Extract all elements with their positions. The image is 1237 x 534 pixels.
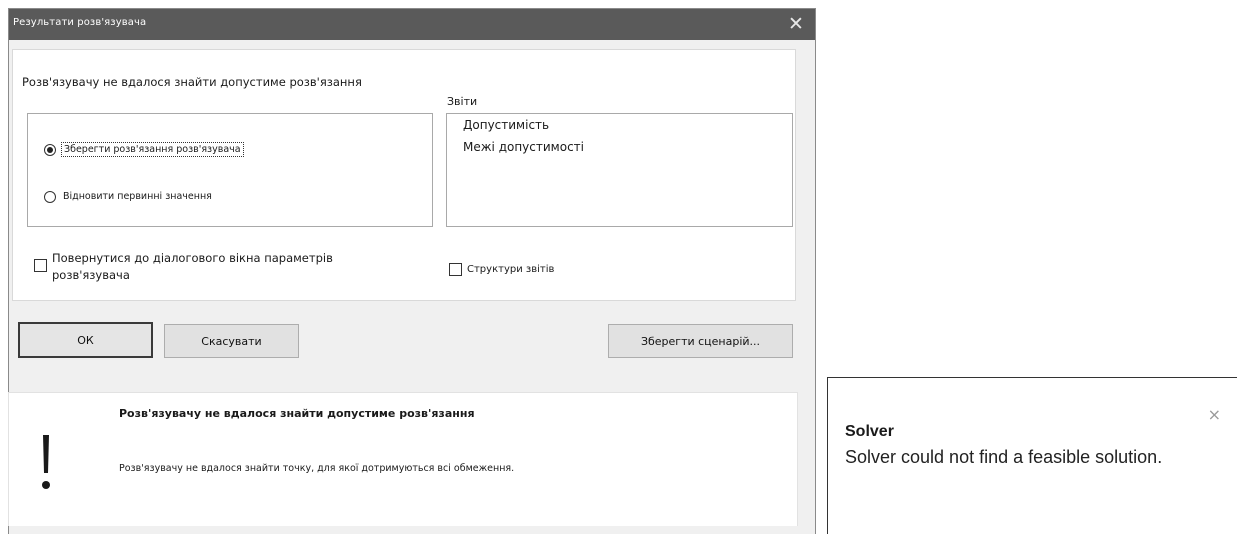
return-to-params-label: Повернутися до діалогового вікна парамет… [52,251,333,282]
cancel-button[interactable]: Скасувати [164,324,299,358]
keep-solution-option[interactable]: Зберегти розв'язання розв'язувача [44,142,244,157]
outline-reports-label: Структури звітів [467,264,555,275]
save-scenario-button[interactable]: Зберегти сценарій... [608,324,793,358]
status-text: Розв'язувачу не вдалося знайти точку, дл… [119,463,515,474]
title-bar[interactable]: Результати розв'язувача ✕ [9,9,815,40]
exclamation-icon [42,435,50,489]
outline-reports-option[interactable]: Структури звітів [449,261,554,278]
dialog-title: Результати розв'язувача [13,17,147,28]
reports-label: Звіти [447,95,478,108]
restore-values-label: Відновити первинні значення [63,191,212,202]
ok-button[interactable]: ОК [18,322,153,358]
solution-options-group: Зберегти розв'язання розв'язувача Віднов… [27,113,433,227]
close-icon[interactable]: ✕ [785,12,807,36]
keep-solution-radio[interactable] [44,143,56,156]
return-to-params-option[interactable]: Повернутися до діалогового вікна парамет… [34,250,414,284]
return-to-params-checkbox[interactable] [34,259,47,272]
status-panel: Розв'язувачу не вдалося знайти допустиме… [8,392,798,526]
status-title: Розв'язувачу не вдалося знайти допустиме… [119,407,475,420]
restore-values-radio[interactable] [44,190,56,203]
reports-listbox[interactable]: Допустимість Межі допустимості [446,113,793,227]
report-feasibility-bounds[interactable]: Межі допустимості [463,140,584,154]
keep-solution-label: Зберегти розв'язання розв'язувача [61,142,244,157]
translation-popup: × Solver Solver could not find a feasibl… [827,377,1237,534]
popup-title: Solver [845,423,894,440]
restore-values-option[interactable]: Відновити первинні значення [44,190,214,203]
popup-body: Solver could not find a feasible solutio… [845,447,1163,467]
outline-reports-checkbox[interactable] [449,263,462,276]
close-icon[interactable]: × [1208,405,1221,424]
report-feasibility[interactable]: Допустимість [463,118,549,132]
result-message: Розв'язувачу не вдалося знайти допустиме… [22,75,362,89]
